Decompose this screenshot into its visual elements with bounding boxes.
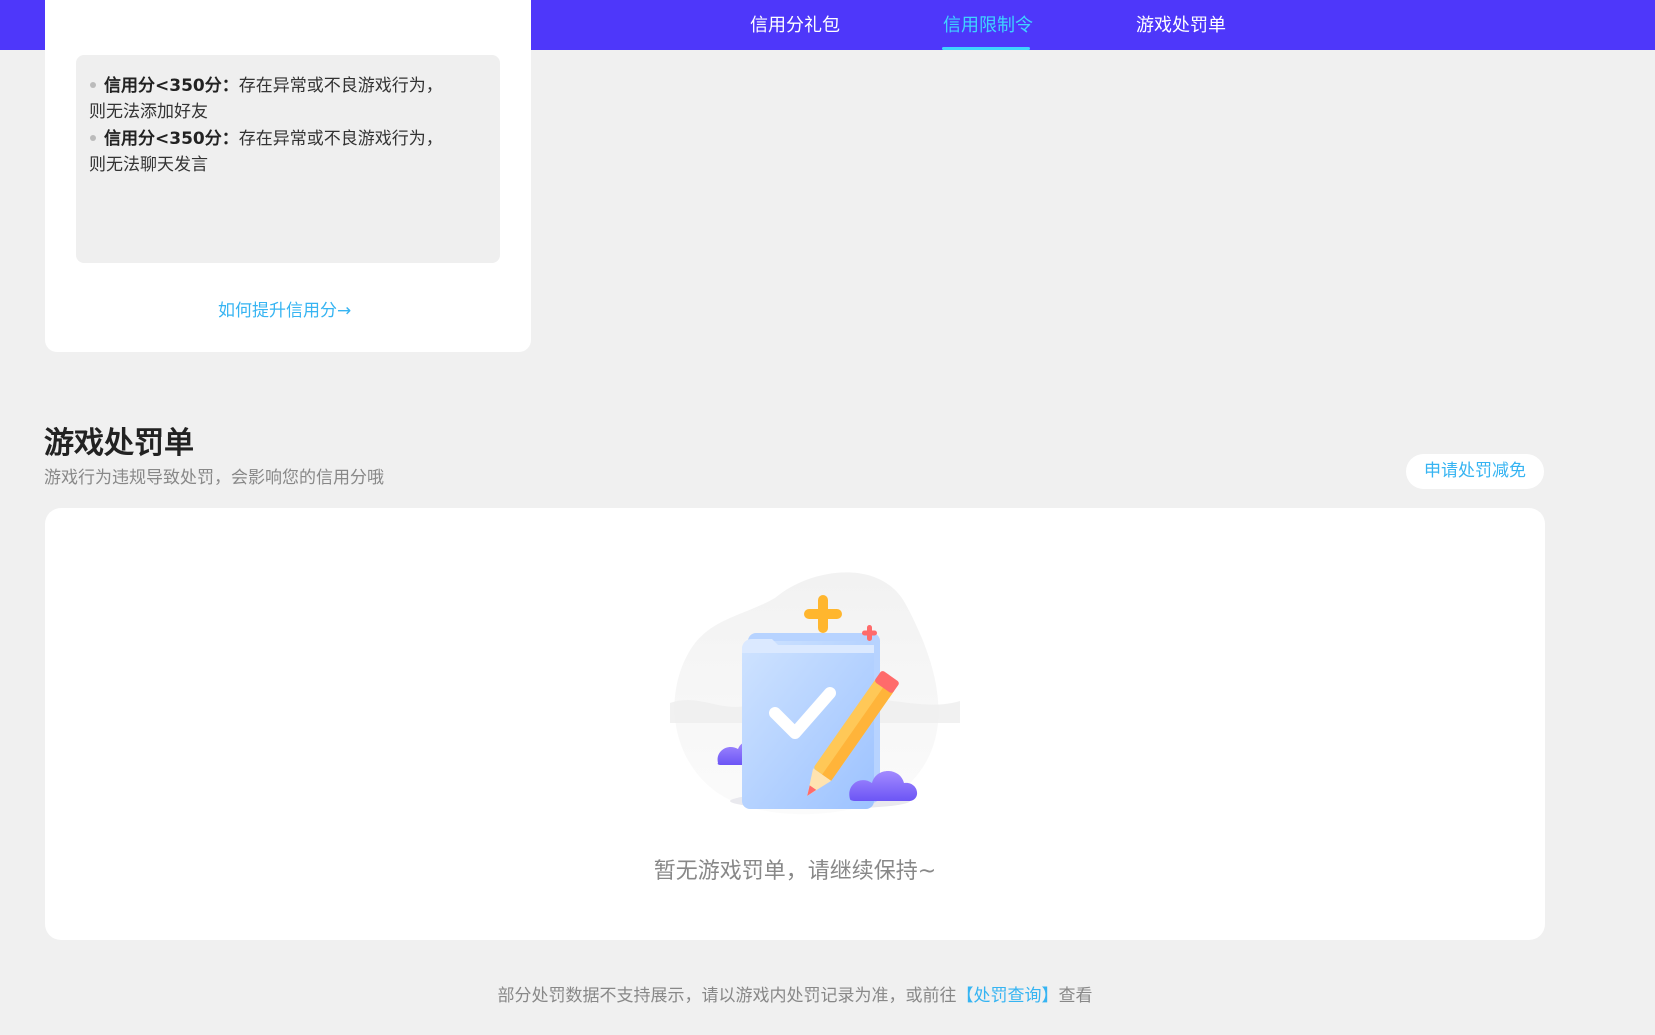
rule-text-cont: 则无法聊天发言 [89, 155, 208, 175]
empty-penalty-illustration [670, 572, 960, 815]
penalty-list-card: 暂无游戏罚单，请继续保持~ [45, 508, 1545, 940]
footer-text-end: 查看 [1058, 986, 1093, 1006]
apply-reduction-button[interactable]: 申请处罚减免 [1406, 454, 1544, 489]
bullet-dot [90, 81, 96, 88]
tab-game-penalty[interactable]: 游戏处罚单 [1136, 11, 1226, 37]
active-tab-indicator [942, 47, 1030, 50]
rule-text-cont: 则无法添加好友 [89, 102, 208, 122]
rule-text: 存在异常或不良游戏行为， [238, 129, 443, 149]
restriction-rule: 信用分<350分：存在异常或不良游戏行为， 则无法聊天发言 [89, 126, 469, 178]
restriction-rule: 信用分<350分：存在异常或不良游戏行为， 则无法添加好友 [89, 73, 469, 125]
improve-score-link[interactable]: 如何提升信用分→ [218, 296, 351, 321]
penalty-query-link[interactable]: 【处罚查询】 [957, 986, 1059, 1006]
rule-text: 存在异常或不良游戏行为， [238, 76, 443, 96]
empty-state-text: 暂无游戏罚单，请继续保持~ [653, 859, 937, 884]
section-title: 游戏处罚单 [44, 426, 194, 461]
tab-credit-gift[interactable]: 信用分礼包 [750, 11, 840, 37]
section-subtitle: 游戏行为违规导致处罚，会影响您的信用分哦 [44, 468, 384, 488]
rule-title: 信用分<350分： [104, 129, 239, 149]
restriction-rules-box: 信用分<350分：存在异常或不良游戏行为， 则无法添加好友 信用分<350分：存… [76, 55, 500, 263]
footer-text: 部分处罚数据不支持展示，请以游戏内处罚记录为准，或前往 [497, 986, 957, 1006]
rule-title: 信用分<350分： [104, 76, 239, 96]
tab-credit-restriction[interactable]: 信用限制令 [943, 11, 1033, 37]
bullet-dot [90, 134, 96, 141]
footer-note: 部分处罚数据不支持展示，请以游戏内处罚记录为准，或前往【处罚查询】查看 [0, 981, 1590, 1006]
